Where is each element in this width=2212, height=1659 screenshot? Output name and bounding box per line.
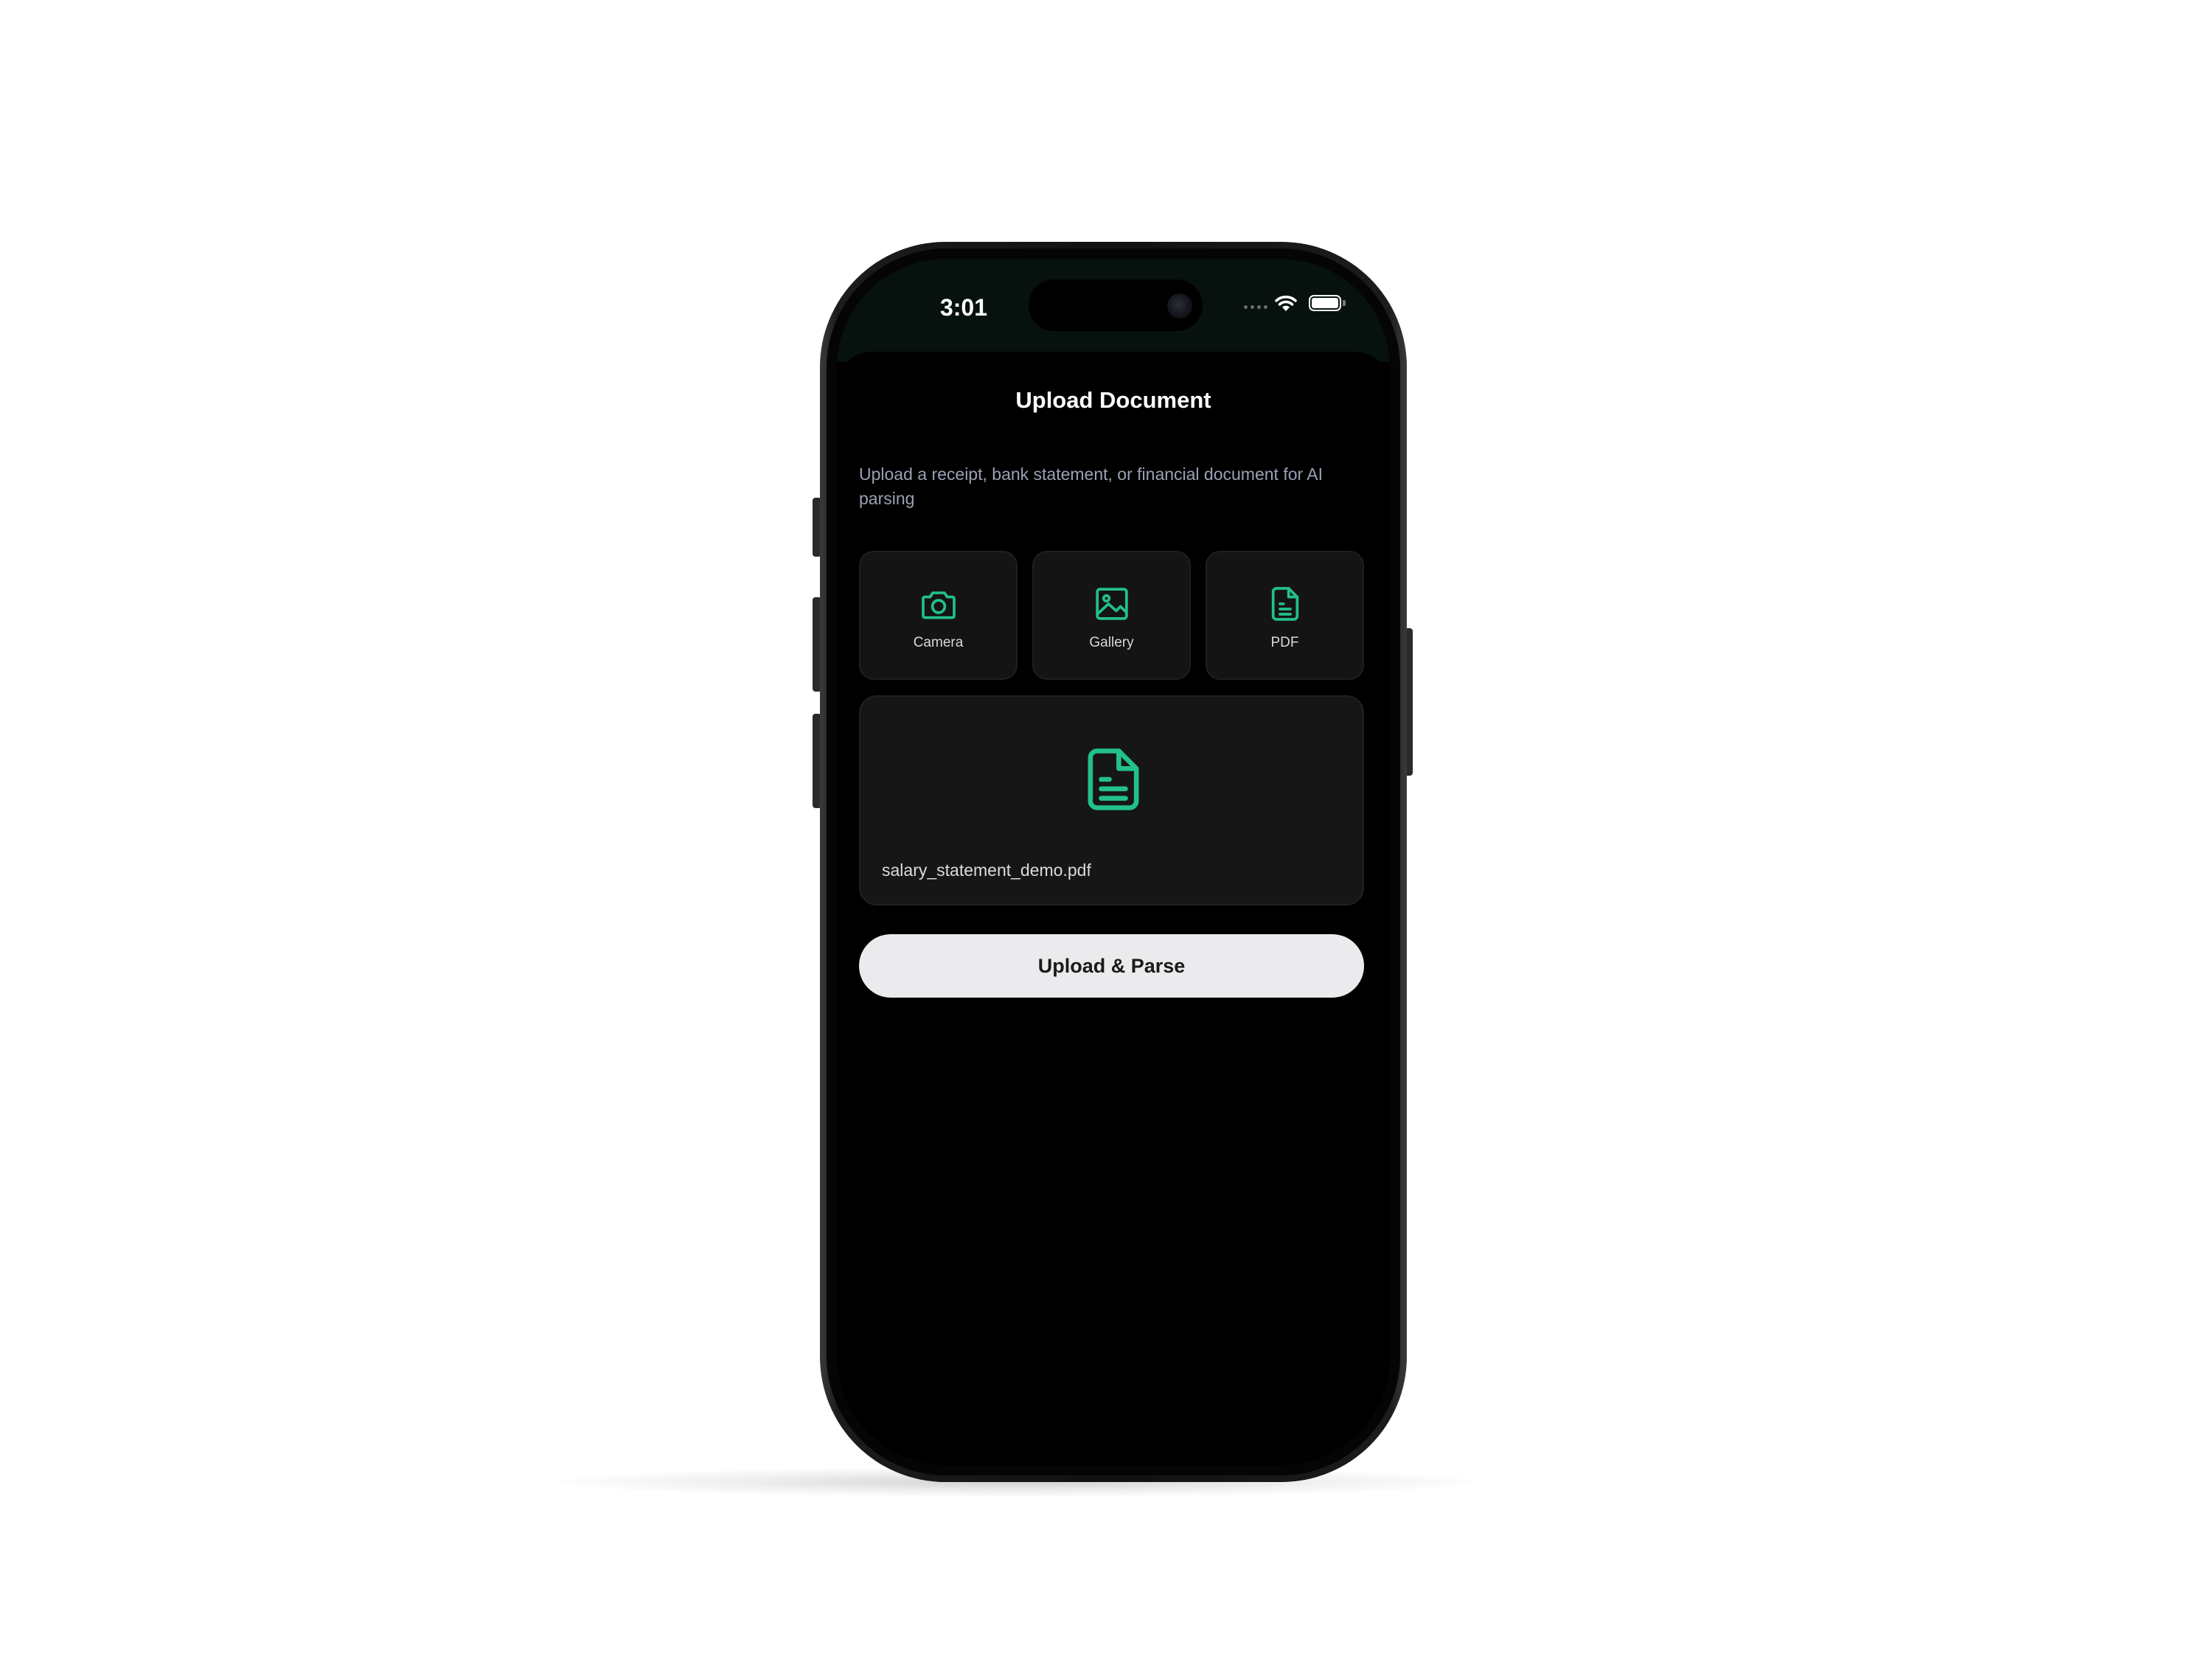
phone-screen: 3:01 Upload Document Upload a receipt, b… <box>837 259 1390 1465</box>
upload-description: Upload a receipt, bank statement, or fin… <box>859 465 1324 508</box>
pdf-option-button[interactable]: PDF <box>1206 551 1364 680</box>
dynamic-island <box>1029 279 1203 331</box>
phone-frame: 3:01 Upload Document Upload a receipt, b… <box>820 242 1407 1482</box>
document-icon <box>1088 748 1139 810</box>
stage: 3:01 Upload Document Upload a receipt, b… <box>0 0 2212 1659</box>
status-time: 3:01 <box>939 294 988 321</box>
camera-icon <box>921 591 956 619</box>
camera-option-label: Camera <box>913 635 964 650</box>
document-icon <box>1271 587 1298 621</box>
battery-icon <box>1309 295 1341 311</box>
battery-level <box>1312 298 1338 308</box>
phone-bezel: 3:01 Upload Document Upload a receipt, b… <box>827 248 1400 1475</box>
battery-cap <box>1343 300 1346 306</box>
page-title: Upload Document <box>1015 387 1211 413</box>
gallery-option-button[interactable]: Gallery <box>1032 551 1191 680</box>
source-options: Camera Gallery PDF <box>859 551 1364 680</box>
wifi-icon <box>1275 295 1297 311</box>
selected-filename: salary_statement_demo.pdf <box>882 860 1091 880</box>
camera-option-button[interactable]: Camera <box>859 551 1018 680</box>
image-icon <box>1095 588 1128 620</box>
upload-parse-button[interactable]: Upload & Parse <box>859 934 1364 998</box>
front-camera <box>1167 293 1192 319</box>
selected-file-preview: salary_statement_demo.pdf <box>859 695 1364 905</box>
upload-sheet: Upload Document Upload a receipt, bank s… <box>837 352 1390 1465</box>
gallery-option-label: Gallery <box>1089 635 1134 650</box>
pdf-option-label: PDF <box>1270 635 1299 650</box>
status-bar: 3:01 <box>837 259 1390 362</box>
signal-icon <box>1244 305 1267 309</box>
